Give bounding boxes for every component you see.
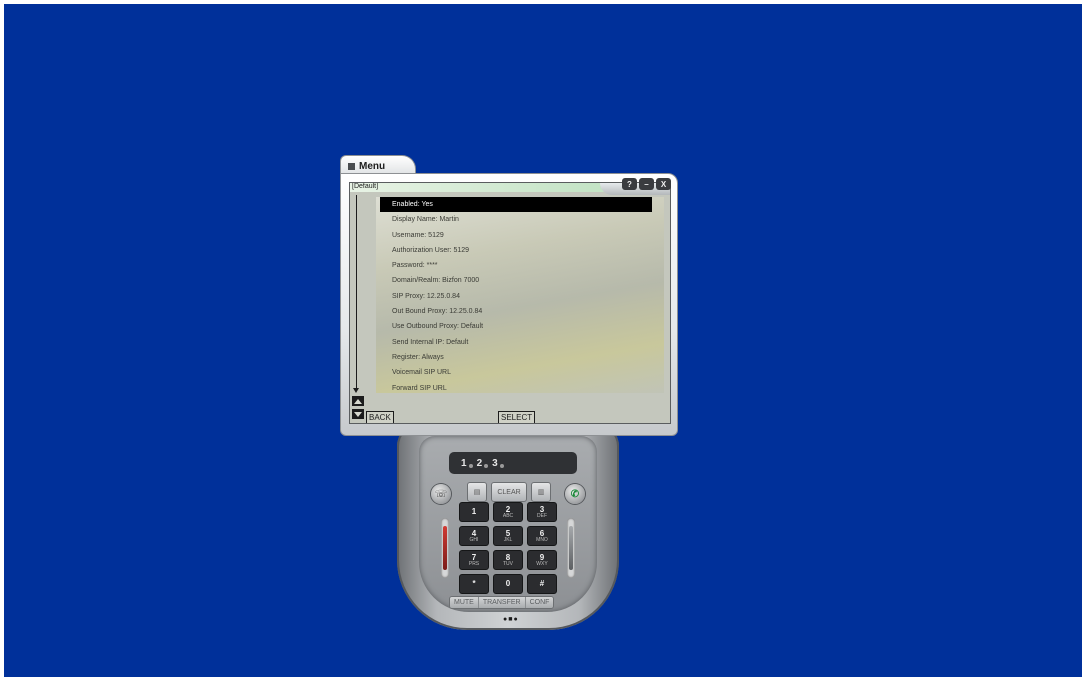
key-letters: TUV [503, 560, 513, 567]
scroll-track [353, 195, 359, 393]
scroll-down-button[interactable] [352, 409, 364, 419]
select-button[interactable]: SELECT [498, 411, 536, 423]
line-3-indicator[interactable]: 3 [492, 458, 503, 469]
key-digit: # [539, 579, 545, 588]
keypad-key[interactable]: 7 PRS [459, 550, 489, 570]
redial-button[interactable]: ▥ [531, 482, 551, 502]
menu-window: Menu [Default] Enabled: Yes Display Name:… [340, 155, 678, 436]
menu-list-item[interactable]: Use Outbound Proxy: Default [380, 319, 652, 334]
menu-list-item[interactable]: Authorization User: 5129 [380, 243, 652, 258]
keypad-key[interactable]: 2 ABC [493, 502, 523, 522]
minimize-button[interactable]: – [639, 178, 654, 190]
handset-icon: ☏ [434, 488, 448, 500]
mic-volume-slider[interactable] [441, 518, 449, 578]
keypad-key[interactable]: 4 GHI [459, 526, 489, 546]
key-letters: WXY [536, 560, 548, 567]
key-letters: GHI [469, 536, 479, 543]
mute-button[interactable]: MUTE [450, 597, 479, 608]
key-letters: JKL [503, 536, 513, 543]
menu-list-item[interactable]: Register: Always [380, 350, 652, 365]
keypad-key[interactable]: 6 MNO [527, 526, 557, 546]
line-2-indicator[interactable]: 2 [477, 458, 488, 469]
menu-list-item[interactable]: Out Bound Proxy: 12.25.0.84 [380, 304, 652, 319]
key-digit: * [472, 579, 476, 588]
menu-list-item[interactable]: Display Name: Martin [380, 212, 652, 227]
menu-list-item[interactable]: Username: 5129 [380, 228, 652, 243]
clear-button[interactable]: CLEAR [491, 482, 527, 502]
function-button-row: ▤ CLEAR ▥ [467, 482, 551, 502]
window-controls: ? – X [622, 178, 671, 190]
call-control-row: MUTE TRANSFER CONF [449, 596, 555, 609]
dial-button[interactable]: ✆ [565, 484, 585, 504]
line-1-indicator[interactable]: 1 [461, 458, 472, 469]
menu-list-item[interactable]: Voicemail SIP URL [380, 365, 652, 380]
scroll-up-button[interactable] [352, 396, 364, 406]
phone-face: 1 2 3 ☏ ✆ ▤ CLEAR ▥ 1 2 ABC 3 DEF 4 GHI 5 JKL 6 MN… [419, 436, 597, 623]
keypad-key[interactable]: 0 [493, 574, 523, 594]
close-button[interactable]: X [656, 178, 671, 190]
speaker-volume-slider[interactable] [567, 518, 575, 578]
menu-frame: [Default] Enabled: Yes Display Name: Mart… [340, 173, 678, 436]
conference-button[interactable]: CONF [525, 597, 554, 608]
menu-title: Menu [359, 161, 386, 172]
contacts-icon: ▤ [473, 489, 481, 496]
softphone-body: 1 2 3 ☏ ✆ ▤ CLEAR ▥ 1 2 ABC 3 DEF 4 GHI 5 JKL 6 MN… [397, 424, 619, 630]
keypad-key[interactable]: 1 [459, 502, 489, 522]
keypad-key[interactable]: 8 TUV [493, 550, 523, 570]
menu-list-item[interactable]: Enabled: Yes [380, 197, 652, 213]
keypad-key[interactable]: 9 WXY [527, 550, 557, 570]
call-icon: ✆ [570, 488, 580, 500]
keypad-key[interactable]: 3 DEF [527, 502, 557, 522]
keypad-key[interactable]: * [459, 574, 489, 594]
key-letters: DEF [537, 512, 547, 519]
help-button[interactable]: ? [622, 178, 637, 190]
key-letters: MNO [536, 536, 548, 543]
menu-list-item[interactable]: Send Internal IP: Default [380, 335, 652, 350]
contacts-button[interactable]: ▤ [467, 482, 487, 502]
menu-screen: [Default] Enabled: Yes Display Name: Mart… [349, 182, 671, 424]
menu-list-item[interactable]: Forward SIP URL [380, 381, 652, 396]
menu-list-item[interactable]: SIP Proxy: 12.25.0.84 [380, 289, 652, 304]
menu-icon [348, 163, 355, 170]
settings-list: Enabled: Yes Display Name: Martin Username… [380, 197, 652, 396]
key-digit: 0 [505, 579, 511, 588]
menu-list-item[interactable]: Password: **** [380, 258, 652, 273]
hangup-button[interactable]: ☏ [431, 484, 451, 504]
dial-keypad: 1 2 ABC 3 DEF 4 GHI 5 JKL 6 MNO 7 PRS 8 TUV 9 WXY * 0 # [459, 502, 557, 594]
brand-dots-icon: ●■● [503, 616, 519, 623]
menu-list-item[interactable]: Domain/Realm: Bizfon 7000 [380, 273, 652, 288]
line-display: 1 2 3 [449, 452, 577, 474]
key-letters: ABC [502, 512, 514, 519]
keypad-key[interactable]: 5 JKL [493, 526, 523, 546]
profile-label: [Default] [352, 183, 379, 190]
back-button[interactable]: BACK [366, 411, 394, 423]
key-digit: 1 [471, 507, 477, 516]
transfer-button[interactable]: TRANSFER [478, 597, 526, 608]
key-letters: PRS [468, 560, 480, 567]
history-icon: ▥ [537, 489, 545, 496]
keypad-key[interactable]: # [527, 574, 557, 594]
